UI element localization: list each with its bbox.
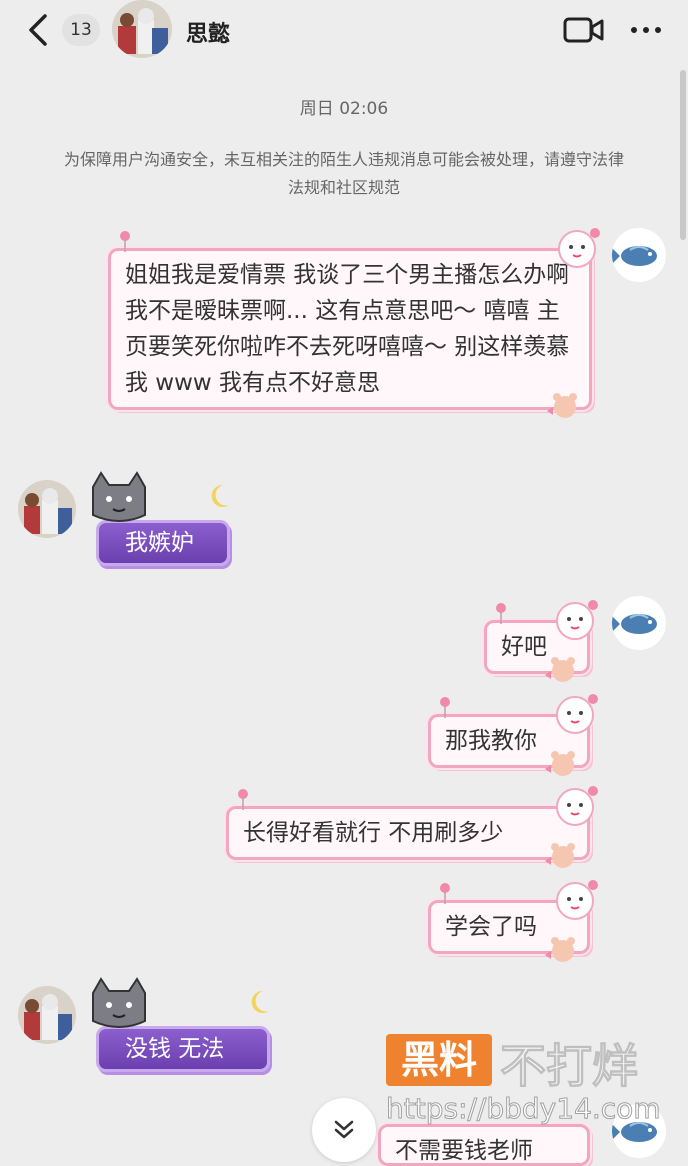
fish-avatar-icon[interactable]	[612, 228, 666, 282]
message-text: 那我教你	[445, 728, 537, 754]
message-text: 没钱 无法	[125, 1036, 225, 1062]
sheep-sticker-icon	[549, 597, 603, 645]
message-bubble[interactable]: 学会了吗	[428, 880, 598, 962]
message-text: 长得好看就行 不用刷多少	[243, 820, 504, 846]
contact-avatar[interactable]	[112, 0, 172, 58]
back-arrow-icon[interactable]	[22, 12, 54, 48]
fish-avatar-icon[interactable]	[612, 596, 666, 650]
grey-wolf-sticker-icon	[87, 471, 151, 527]
contact-name: 思懿	[186, 22, 231, 47]
message-timestamp: 周日 02:06	[299, 99, 389, 119]
grey-wolf-sticker-icon	[87, 977, 151, 1033]
unread-count-badge[interactable]: 13	[62, 14, 100, 46]
flower-pin-icon	[437, 693, 453, 718]
message-text: 我嫉妒	[125, 530, 194, 556]
sheep-sticker-icon	[549, 783, 603, 831]
message-bubble[interactable]: 没钱 无法	[92, 977, 270, 1072]
message-bubble[interactable]: 好吧	[484, 600, 598, 682]
bear-sticker-icon	[545, 391, 581, 421]
sheep-sticker-icon	[551, 225, 605, 273]
video-call-icon[interactable]	[562, 14, 606, 46]
watermark-url: https://bbdy14.com	[386, 1092, 662, 1126]
message-bubble[interactable]: 我嫉妒	[92, 471, 230, 566]
message-text: 姐姐我是爱情票 我谈了三个男主播怎么办啊 我不是暧昧票啊... 这有点意思吧～ …	[125, 262, 570, 396]
message-bubble[interactable]: 长得好看就行 不用刷多少	[226, 786, 598, 868]
flower-pin-icon	[437, 879, 453, 904]
message-bubble[interactable]: 不需要钱老师	[378, 1124, 590, 1166]
sheep-sticker-icon	[549, 691, 603, 739]
message-text: 学会了吗	[445, 914, 537, 940]
more-icon[interactable]	[626, 14, 666, 46]
message-text: 好吧	[501, 634, 547, 660]
sheep-sticker-icon	[549, 877, 603, 925]
bear-sticker-icon	[543, 841, 579, 871]
watermark-text: 不打烊	[500, 1039, 639, 1094]
message-bubble[interactable]: 姐姐我是爱情票 我谈了三个男主播怎么办啊 我不是暧昧票啊... 这有点意思吧～ …	[108, 228, 600, 418]
moon-icon	[251, 989, 271, 1015]
scroll-down-icon[interactable]	[312, 1098, 376, 1162]
safety-notice: 为保障用户沟通安全，未互相关注的陌生人违规消息可能会被处理，请遵守法律法规和社区…	[63, 150, 624, 197]
bear-sticker-icon	[543, 655, 579, 685]
flower-pin-icon	[235, 785, 251, 810]
watermark-badge: 黑料	[386, 1034, 492, 1086]
message-text: 不需要钱老师	[395, 1138, 533, 1164]
contact-avatar[interactable]	[18, 480, 76, 538]
moon-icon	[211, 483, 231, 509]
bear-sticker-icon	[543, 749, 579, 779]
contact-avatar[interactable]	[18, 986, 76, 1044]
flower-pin-icon	[117, 227, 133, 252]
bear-sticker-icon	[543, 935, 579, 965]
flower-pin-icon	[493, 599, 509, 624]
message-bubble[interactable]: 那我教你	[428, 694, 598, 776]
chat-header: 13 思懿	[0, 0, 688, 62]
